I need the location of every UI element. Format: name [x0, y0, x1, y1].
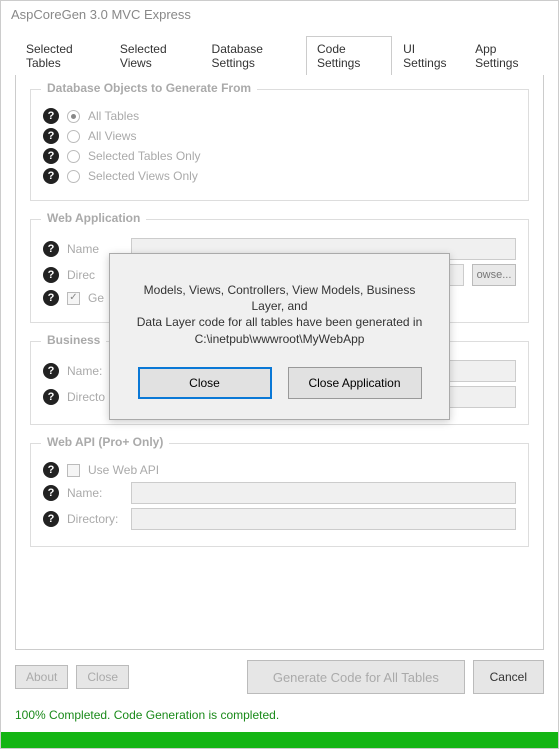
- close-button[interactable]: Close: [76, 665, 129, 689]
- help-icon[interactable]: ?: [43, 485, 59, 501]
- help-icon[interactable]: ?: [43, 290, 59, 306]
- help-icon[interactable]: ?: [43, 108, 59, 124]
- group-title-biz: Business: [41, 333, 106, 347]
- radio-label-sel-views: Selected Views Only: [88, 169, 198, 183]
- label-api-dir: Directory:: [67, 512, 123, 526]
- tab-strip: Selected Tables Selected Views Database …: [15, 36, 544, 75]
- group-database-objects: Database Objects to Generate From ? All …: [30, 89, 529, 201]
- help-icon[interactable]: ?: [43, 168, 59, 184]
- tab-code-settings[interactable]: Code Settings: [306, 36, 392, 75]
- label-api-name: Name:: [67, 486, 123, 500]
- app-window: AspCoreGen 3.0 MVC Express Selected Tabl…: [1, 1, 558, 748]
- help-icon[interactable]: ?: [43, 128, 59, 144]
- dialog-close-button[interactable]: Close: [138, 367, 272, 399]
- generate-button[interactable]: Generate Code for All Tables: [247, 660, 465, 694]
- radio-selected-views[interactable]: [67, 170, 80, 183]
- radio-all-views[interactable]: [67, 130, 80, 143]
- dialog-line-1: Models, Views, Controllers, View Models,…: [128, 282, 431, 314]
- help-icon[interactable]: ?: [43, 267, 59, 283]
- help-icon[interactable]: ?: [43, 511, 59, 527]
- help-icon[interactable]: ?: [43, 462, 59, 478]
- tab-database-settings[interactable]: Database Settings: [201, 36, 306, 75]
- radio-selected-tables[interactable]: [67, 150, 80, 163]
- dialog-line-3: C:\inetpub\wwwroot\MyWebApp: [128, 331, 431, 347]
- group-web-api: Web API (Pro+ Only) ? Use Web API ? Name…: [30, 443, 529, 547]
- dialog-close-app-button[interactable]: Close Application: [288, 367, 422, 399]
- footer: About Close Generate Code for All Tables…: [1, 650, 558, 728]
- help-icon[interactable]: ?: [43, 389, 59, 405]
- group-title-db: Database Objects to Generate From: [41, 81, 257, 95]
- dialog-message: Models, Views, Controllers, View Models,…: [110, 254, 449, 367]
- about-button[interactable]: About: [15, 665, 68, 689]
- help-icon[interactable]: ?: [43, 241, 59, 257]
- checkbox-label-generate: Ge: [88, 291, 104, 305]
- group-title-api: Web API (Pro+ Only): [41, 435, 169, 449]
- help-icon[interactable]: ?: [43, 363, 59, 379]
- tab-selected-tables[interactable]: Selected Tables: [15, 36, 109, 75]
- radio-label-all-views: All Views: [88, 129, 136, 143]
- radio-all-tables[interactable]: [67, 110, 80, 123]
- cancel-button[interactable]: Cancel: [473, 660, 544, 694]
- radio-label-all-tables: All Tables: [88, 109, 139, 123]
- checkbox-label-use-api: Use Web API: [88, 463, 159, 477]
- radio-label-sel-tables: Selected Tables Only: [88, 149, 201, 163]
- progress-bar: [1, 732, 558, 748]
- window-title: AspCoreGen 3.0 MVC Express: [1, 1, 558, 28]
- input-api-directory[interactable]: [131, 508, 516, 530]
- status-text: 100% Completed. Code Generation is compl…: [15, 708, 544, 722]
- dialog-line-2: Data Layer code for all tables have been…: [128, 314, 431, 330]
- tab-ui-settings[interactable]: UI Settings: [392, 36, 464, 75]
- browse-button[interactable]: owse...: [472, 264, 516, 286]
- tab-app-settings[interactable]: App Settings: [464, 36, 544, 75]
- tab-selected-views[interactable]: Selected Views: [109, 36, 201, 75]
- completion-dialog: Models, Views, Controllers, View Models,…: [109, 253, 450, 420]
- checkbox-use-api[interactable]: [67, 464, 80, 477]
- input-api-name[interactable]: [131, 482, 516, 504]
- help-icon[interactable]: ?: [43, 148, 59, 164]
- checkbox-generate[interactable]: ✓: [67, 292, 80, 305]
- group-title-web: Web Application: [41, 211, 146, 225]
